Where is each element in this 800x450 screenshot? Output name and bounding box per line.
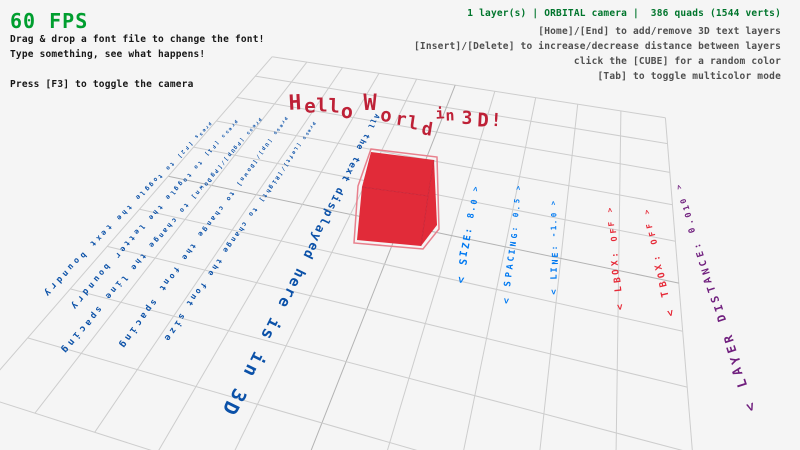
grid-line [0, 395, 707, 450]
grid-line [0, 57, 272, 395]
fps-counter: 60 FPS [10, 11, 88, 31]
help-layer-distance: [Insert]/[Delete] to increase/decrease d… [414, 42, 781, 52]
cube-face-front [357, 187, 428, 246]
help-layers: [Home]/[End] to add/remove 3D text layer… [538, 27, 781, 37]
instruction-camera: Press [F3] to toggle the camera [10, 80, 194, 90]
grid-line [95, 68, 343, 433]
grid-line [614, 111, 621, 450]
stats-bar: 1 layer(s) | ORBITAL camera | 386 quads … [467, 9, 781, 19]
help-multicolor: [Tab] to toggle multicolor mode [597, 72, 781, 82]
help-cube-color: click the [CUBE] for a random color [574, 57, 781, 67]
instruction-drag-drop: Drag & drop a font file to change the fo… [10, 35, 265, 45]
grid-line [665, 118, 706, 450]
grid-line [445, 98, 536, 450]
grid-line [28, 338, 699, 450]
instruction-type: Type something, see what happens! [10, 50, 205, 60]
3d-viewport[interactable]: Allthetextdisplayedhereisin3Dpress[Left]… [0, 0, 800, 450]
grid-line [527, 104, 578, 450]
grid-line [158, 73, 380, 450]
scene-canvas [0, 0, 800, 450]
ground-grid [0, 57, 707, 450]
cube[interactable] [354, 149, 439, 249]
